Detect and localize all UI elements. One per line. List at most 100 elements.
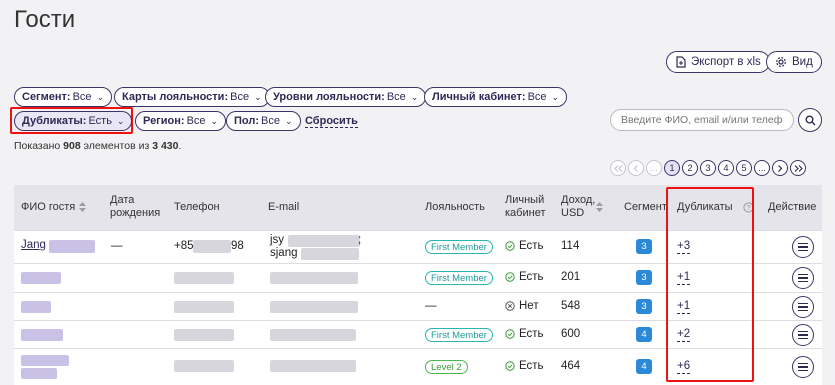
check-circle-icon (505, 241, 515, 251)
cabinet-cell: Есть (505, 271, 544, 283)
double-chevron-right-icon (794, 164, 803, 172)
redacted-name (21, 368, 57, 379)
row-menu-button[interactable] (792, 356, 814, 378)
loyalty-badge: First Member (425, 328, 493, 342)
search-icon (805, 115, 815, 125)
filter-gender-label: Пол: (234, 115, 260, 127)
email-cell-line1: jsy (270, 234, 285, 246)
row-menu-button[interactable] (792, 236, 814, 258)
col-header-phone: Телефон (174, 201, 220, 213)
redacted-name (21, 301, 51, 313)
row-menu-button[interactable] (792, 296, 814, 318)
reset-filters-link[interactable]: Сбросить (305, 115, 358, 128)
menu-icon (798, 246, 808, 248)
page-ellipsis-end: ... (754, 160, 770, 176)
redacted-phone (174, 329, 234, 341)
export-xls-button[interactable]: Экспорт в xls (666, 51, 770, 73)
guest-name-link[interactable]: Jang (21, 239, 46, 251)
filter-region-label: Регион: (143, 115, 185, 127)
menu-icon (798, 306, 808, 308)
col-header-income[interactable]: Доход, USD (561, 194, 595, 220)
menu-icon (798, 242, 808, 245)
cabinet-cell: Нет (505, 300, 539, 312)
filter-personal-cabinet[interactable]: Личный кабинет: Все ⌄ (424, 87, 568, 107)
menu-icon (798, 362, 808, 365)
cabinet-status: Есть (519, 240, 544, 252)
summary-suffix: . (178, 140, 182, 152)
page-ellipsis-start: ... (646, 160, 662, 176)
chevron-left-icon (633, 164, 638, 172)
col-header-segment: Сегмент (624, 201, 667, 213)
cabinet-status: Нет (519, 300, 539, 312)
cabinet-status: Есть (519, 271, 544, 283)
first-page-button[interactable] (610, 160, 626, 176)
segment-badge: 4 (636, 359, 652, 374)
menu-icon (798, 249, 808, 252)
filter-duplicates-label: Дубликаты: (22, 115, 87, 127)
email-cell-line1-end: ; (358, 234, 362, 246)
redacted-name (49, 240, 95, 253)
filter-duplicates[interactable]: Дубликаты: Есть ⌄ (14, 111, 133, 131)
chevron-down-icon: ⌄ (410, 91, 419, 102)
col-header-birthdate-line2: рождения (110, 207, 161, 219)
email-cell-line2: sjang (270, 247, 298, 259)
results-summary: Показано 908 элементов из 3 430. (14, 140, 181, 152)
col-header-income-line2: USD (561, 207, 585, 219)
menu-icon (798, 369, 808, 372)
filter-segment-value: Все (72, 91, 92, 103)
col-header-action: Действие (768, 201, 817, 213)
filter-loyalty-levels[interactable]: Уровни лояльности: Все ⌄ (265, 87, 427, 107)
menu-icon (798, 277, 808, 279)
row-menu-button[interactable] (792, 267, 814, 289)
segment-badge: 4 (636, 327, 652, 342)
cabinet-status: Есть (519, 328, 544, 340)
redacted-phone (174, 272, 234, 284)
col-header-email: E-mail (268, 201, 300, 213)
summary-shown-count: 908 (63, 140, 81, 152)
menu-icon (798, 366, 808, 368)
page-button-1[interactable]: 1 (664, 160, 680, 176)
menu-icon (798, 309, 808, 312)
page-button-3[interactable]: 3 (700, 160, 716, 176)
filter-segment[interactable]: Сегмент: Все ⌄ (14, 87, 113, 107)
redacted-name (21, 329, 63, 341)
pagination: ... 1 2 3 4 5 ... (610, 160, 806, 176)
cross-circle-icon (505, 301, 515, 311)
income-cell: 600 (561, 328, 581, 340)
col-header-birthdate-line1: Дата (110, 194, 135, 206)
highlight-box-duplicates-column (666, 187, 754, 382)
page-button-4[interactable]: 4 (718, 160, 734, 176)
col-header-name[interactable]: ФИО гостя (21, 201, 87, 214)
filter-loyalty-cards-label: Карты лояльности: (122, 91, 229, 103)
row-menu-button[interactable] (792, 324, 814, 346)
view-label: Вид (792, 56, 813, 68)
menu-icon (798, 302, 808, 305)
income-cell: 548 (561, 300, 581, 312)
sort-icon[interactable] (596, 202, 603, 212)
search-button[interactable] (798, 108, 822, 132)
filter-region[interactable]: Регион: Все ⌄ (135, 111, 227, 131)
gear-icon (776, 57, 786, 67)
prev-page-button[interactable] (628, 160, 644, 176)
double-chevron-left-icon (613, 164, 622, 172)
view-button[interactable]: Вид (766, 51, 822, 73)
page-button-2[interactable]: 2 (682, 160, 698, 176)
birthdate-cell: — (111, 240, 123, 252)
filter-gender[interactable]: Пол: Все ⌄ (226, 111, 301, 131)
filter-region-value: Все (186, 115, 206, 127)
loyalty-badge: First Member (425, 240, 493, 254)
last-page-button[interactable] (790, 160, 806, 176)
cabinet-cell: Есть (505, 360, 544, 372)
filter-personal-cabinet-value: Все (527, 91, 547, 103)
summary-middle: элементов из (83, 140, 150, 152)
redacted-phone (174, 360, 234, 372)
page-button-5[interactable]: 5 (736, 160, 752, 176)
next-page-button[interactable] (772, 160, 788, 176)
cabinet-status: Есть (519, 360, 544, 372)
filter-loyalty-cards[interactable]: Карты лояльности: Все ⌄ (114, 87, 270, 107)
summary-total-count: 3 430 (152, 140, 179, 152)
search-input[interactable] (610, 109, 794, 131)
loyalty-badge: Level 2 (425, 360, 468, 374)
menu-icon (798, 330, 808, 333)
income-cell: 114 (561, 240, 580, 252)
